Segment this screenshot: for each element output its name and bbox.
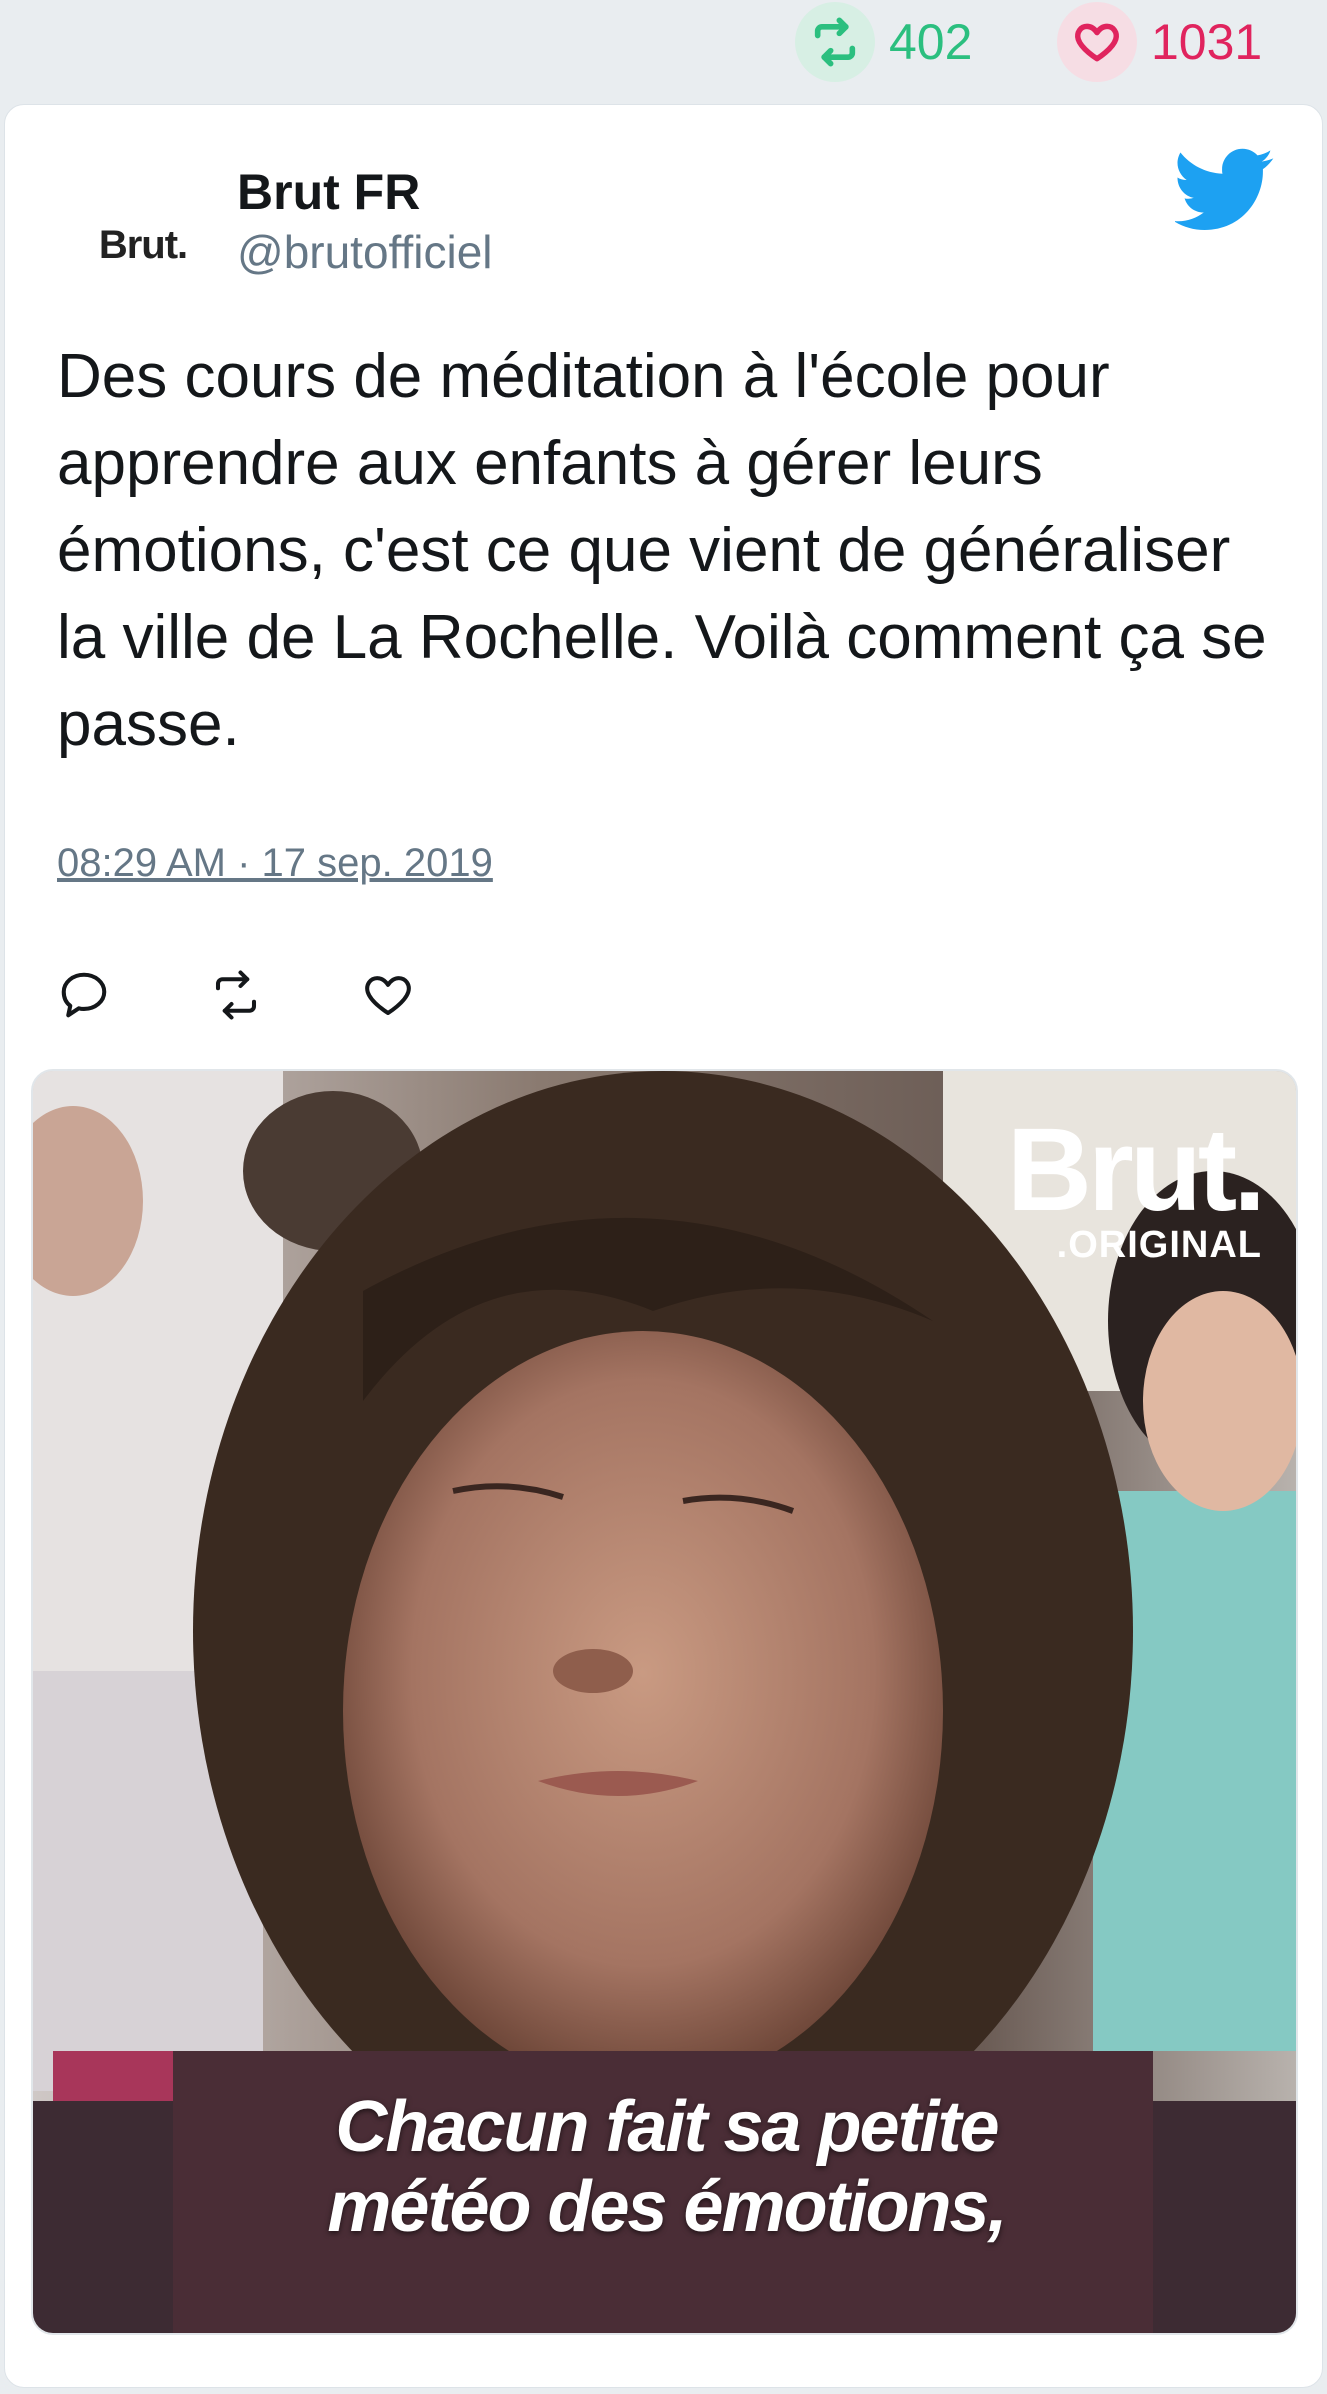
avatar-logo-text: Brut. [98, 222, 188, 267]
avatar[interactable]: Brut. [63, 165, 223, 325]
heart-icon [1057, 2, 1137, 82]
retweet-icon [795, 2, 875, 82]
tweet-card: Brut. Brut FR @brutofficiel Des cours de… [4, 104, 1323, 2388]
reply-icon [61, 972, 107, 1018]
tweet-text: Des cours de méditation à l'école pour a… [57, 342, 1267, 759]
tweet-video[interactable]: Brut. .ORIGINAL Chacun fait sa petite mé… [31, 1069, 1298, 2335]
reply-button[interactable] [57, 955, 209, 1035]
caption-line-1: Chacun fait sa petite [335, 2087, 999, 2167]
retweet-stat[interactable]: 402 [795, 2, 973, 82]
logo-main-text: Brut. [1006, 1104, 1266, 1236]
retweet-button[interactable] [209, 955, 361, 1035]
like-count: 1031 [1151, 14, 1263, 70]
author-name[interactable]: Brut FR [237, 163, 420, 221]
author-handle[interactable]: @brutofficiel [237, 225, 493, 279]
video-caption: Chacun fait sa petite météo des émotions… [33, 2087, 1296, 2247]
brut-original-logo: Brut. .ORIGINAL [1006, 1104, 1266, 1265]
retweet-count: 402 [889, 14, 973, 70]
like-stat[interactable]: 1031 [1057, 2, 1263, 82]
retweet-icon [215, 970, 257, 1020]
tweet-actions [57, 955, 513, 1035]
heart-icon [365, 976, 411, 1016]
twitter-bird-icon[interactable] [1175, 145, 1275, 235]
caption-line-2: météo des émotions, [327, 2167, 1007, 2247]
like-button[interactable] [361, 955, 513, 1035]
tweet-timestamp[interactable]: 08:29 AM · 17 sep. 2019 [57, 841, 493, 886]
stats-bar: 402 1031 [0, 0, 1327, 100]
